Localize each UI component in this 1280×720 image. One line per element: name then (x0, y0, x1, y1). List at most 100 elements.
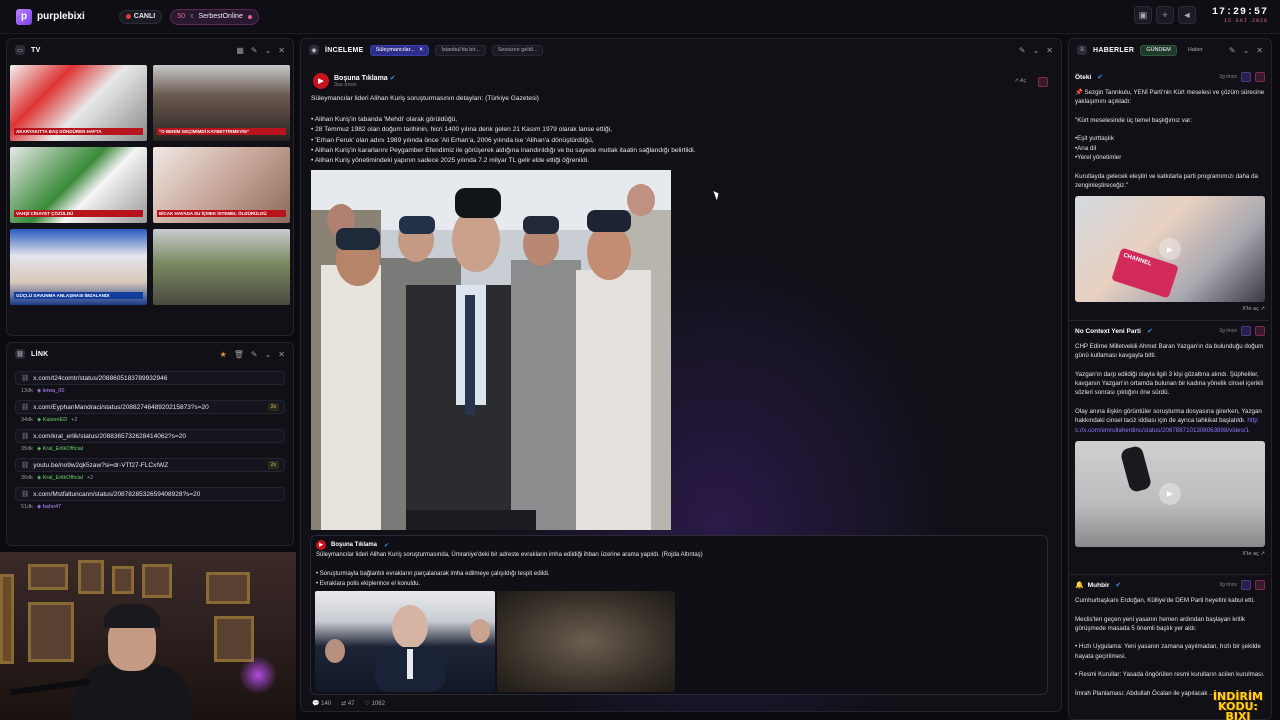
logo-icon[interactable]: p (16, 8, 32, 25)
close-icon[interactable]: ✕ (419, 47, 424, 53)
post-photo[interactable] (311, 170, 671, 530)
volume-icon[interactable]: ◄ (1177, 6, 1196, 24)
list-item[interactable]: ⛓ x.com/kral_erlik/status/208836573262841… (15, 429, 285, 452)
news-item: Öteki ✔ 3g önce 📌 Sezgin Tanrıkulu, YENİ … (1075, 72, 1265, 312)
edit-icon[interactable]: ✎ (251, 46, 258, 55)
link-user[interactable]: ◈ leiwa_00 (37, 388, 64, 394)
bookmark-icon[interactable] (1255, 326, 1265, 336)
tv-caption: BİCAK HAVADA SU İÇMEK İSTEMEL ÖLDÜRÜLDÜ (157, 210, 286, 217)
user-status-pill[interactable]: 50 x SerbestOnline (170, 8, 259, 25)
close-icon[interactable]: ✕ (1046, 46, 1053, 55)
tv-tile[interactable]: AKARYAKITTA BAŞ DÖNDÜREN HAFTA (10, 65, 147, 141)
edit-icon[interactable]: ✎ (1229, 46, 1236, 55)
link-box[interactable]: ⛓ x.com/EyphanMandraci/status/20882746489… (15, 400, 285, 414)
news-text: CHP Edirne Milletvekili Ahmet Baran Yazg… (1075, 343, 1264, 434)
tv-tile[interactable]: GÜÇLÜ SAVUNMA ANLAŞMASI İMZALANDI (10, 229, 147, 305)
avatar[interactable]: ▶ (316, 540, 326, 550)
chevron-down-icon[interactable]: ⌄ (1033, 46, 1040, 55)
link-box[interactable]: ⛓ x.com/kral_erlik/status/208836573262841… (15, 429, 285, 443)
post-stats: 💬 140 ⇄ 47 ♡ 1062 (312, 700, 385, 707)
live-indicator[interactable]: CANLI (118, 9, 163, 24)
open-icon[interactable] (1241, 72, 1251, 82)
close-icon[interactable]: ✕ (1256, 46, 1263, 55)
link-panel-title: LİNK (31, 350, 49, 358)
wall-frame (78, 560, 104, 594)
wall-frame (142, 564, 172, 598)
news-author[interactable]: No Context Yeni Parti (1075, 328, 1141, 335)
open-link[interactable]: ↗ Aç (1014, 78, 1026, 84)
link-url[interactable]: x.com/kral_erlik/status/2088365732628414… (33, 433, 186, 440)
shelf (0, 574, 14, 664)
link-extra: +2 (86, 475, 94, 481)
add-icon[interactable]: + (1155, 6, 1174, 24)
quote-photo[interactable] (315, 591, 495, 692)
list-item[interactable]: ⛓ x.com/EyphanMandraci/status/20882746489… (15, 400, 285, 423)
list-item[interactable]: ⛓ x.com/t24comtr/status/20886051837899329… (15, 371, 285, 394)
link-url[interactable]: x.com/Mstfaltuncann/status/2087828532659… (33, 491, 200, 498)
link-user[interactable]: ◈ baho47 (37, 504, 61, 510)
link-box[interactable]: ⛓ x.com/Mstfaltuncann/status/208782853265… (15, 487, 285, 501)
tv-tile[interactable]: "O BENİM GEÇİMİMDİ KAYBETTİRMEYİN" (153, 65, 290, 141)
link-url[interactable]: youtu.be/no9w2qk5zaw?si=dr-VTf27-FLCxIWZ (33, 462, 168, 469)
chevron-down-icon[interactable]: ⌄ (265, 46, 272, 55)
tv-icon: ▭ (15, 45, 25, 55)
bookmark-icon[interactable] (1255, 72, 1265, 82)
list-item[interactable]: ⛓ youtu.be/no9w2qk5zaw?si=dr-VTf27-FLCxIW… (15, 458, 285, 481)
tab-sessizce[interactable]: Sessizce geldi... (491, 44, 544, 56)
tab-istanbul[interactable]: İstanbul'da bir... (435, 44, 486, 56)
chevron-down-icon[interactable]: ⌄ (1243, 46, 1250, 55)
link-user[interactable]: ◈ Kral_ErlikOfficial (37, 446, 83, 452)
quote-author[interactable]: Boşuna Tıklama (331, 542, 377, 548)
open-icon[interactable] (1241, 580, 1251, 590)
news-author[interactable]: Öteki (1075, 74, 1091, 81)
tab-gundem[interactable]: GÜNDEM (1140, 44, 1177, 56)
tv-panel-title: TV (31, 46, 41, 54)
user-status: SerbestOnline (198, 13, 243, 20)
wall-frame (206, 572, 250, 604)
tab-suleymancilar[interactable]: Süleymancılar... ✕ (369, 44, 430, 56)
tv-tile[interactable] (153, 229, 290, 305)
news-video[interactable]: ▶ (1075, 440, 1265, 547)
list-item[interactable]: ⛓ x.com/Mstfaltuncann/status/208782853265… (15, 487, 285, 510)
inceleme-panel-header: ◉ İNCELEME Süleymancılar... ✕ İstanbul'da… (301, 39, 1061, 61)
edit-icon[interactable]: ✎ (1019, 46, 1026, 55)
link-url[interactable]: x.com/EyphanMandraci/status/208827464892… (33, 404, 208, 411)
grid-icon[interactable]: ▦ (236, 46, 244, 55)
tv-tile[interactable]: BİCAK HAVADA SU İÇMEK İSTEMEL ÖLDÜRÜLDÜ (153, 147, 290, 223)
link-box[interactable]: ⛓ youtu.be/no9w2qk5zaw?si=dr-VTf27-FLCxIW… (15, 458, 285, 472)
reply-count[interactable]: 💬 140 (312, 700, 331, 707)
bookmark-icon[interactable] (1255, 580, 1265, 590)
tv-tile[interactable]: VAHŞİ CİNAYET ÇÖZÜLDÜ (10, 147, 147, 223)
avatar[interactable]: ▶ (313, 73, 329, 89)
close-icon[interactable]: ✕ (278, 46, 285, 55)
open-icon[interactable] (1241, 326, 1251, 336)
open-in-x-link[interactable]: X'te aç ↗ (1075, 306, 1265, 312)
news-video[interactable]: CHANNEL ▶ (1075, 196, 1265, 303)
link-box[interactable]: ⛓ x.com/t24comtr/status/20886051837899329… (15, 371, 285, 385)
tv-grid: AKARYAKITTA BAŞ DÖNDÜREN HAFTA "O BENİM … (10, 65, 294, 305)
post-time: 3sa önce (334, 82, 357, 88)
chevron-down-icon[interactable]: ⌄ (265, 350, 272, 359)
post-author[interactable]: Boşuna Tıklama (334, 75, 388, 82)
haberler-panel-header: ≡ HABERLER GÜNDEM Haber ✎ ⌄ ✕ (1069, 39, 1271, 61)
wall-frame (112, 566, 134, 594)
edit-icon[interactable]: ✎ (251, 350, 258, 359)
repost-count[interactable]: ⇄ 47 (341, 700, 354, 707)
tab-haber[interactable]: Haber (1183, 45, 1208, 56)
link-user[interactable]: ◈ KaizenED (37, 417, 67, 423)
bookmark-icon[interactable] (1038, 77, 1048, 87)
open-in-x-link[interactable]: X'te aç ↗ (1075, 551, 1265, 557)
play-icon[interactable]: ▶ (1159, 238, 1181, 261)
star-icon[interactable]: ★ (220, 350, 227, 359)
news-author[interactable]: Muhbir (1088, 582, 1110, 589)
close-icon[interactable]: ✕ (278, 350, 285, 359)
like-count[interactable]: ♡ 1062 (365, 700, 385, 707)
image-icon[interactable]: ▣ (1133, 6, 1152, 24)
quote-photo[interactable] (497, 591, 675, 692)
promo-line1: İNDİRİM KODU: (1212, 690, 1264, 713)
play-icon[interactable]: ▶ (1159, 482, 1181, 505)
quote-photo-illustration (325, 605, 490, 692)
trash-icon[interactable]: 🗑 (234, 350, 244, 359)
link-user[interactable]: ◈ Kral_ErlikOfficial (37, 475, 83, 481)
link-url[interactable]: x.com/t24comtr/status/208860518378993294… (33, 375, 167, 382)
